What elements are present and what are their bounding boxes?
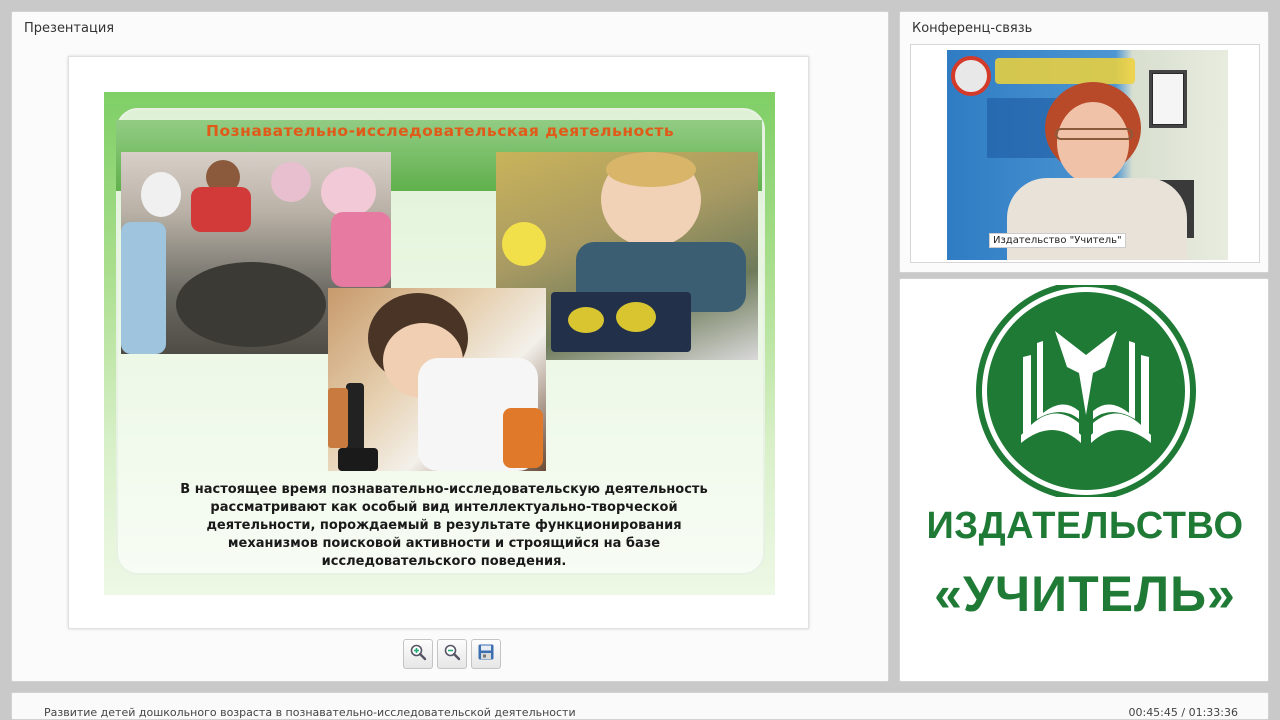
bottom-status-bar: Развитие детей дошкольного возраста в по… <box>11 692 1269 720</box>
presentation-panel-title: Презентация <box>24 21 115 36</box>
webinar-title: Развитие детей дошкольного возраста в по… <box>44 706 576 719</box>
zoom-out-icon <box>443 643 461 665</box>
slide-frame: Познавательно-исследовательская деятельн… <box>68 56 809 629</box>
zoom-in-button[interactable] <box>403 639 433 669</box>
floppy-disk-icon <box>477 643 495 665</box>
participant-label: Издательство "Учитель" <box>989 233 1126 248</box>
zoom-out-button[interactable] <box>437 639 467 669</box>
publisher-name-line2: «УЧИТЕЛЬ» <box>934 566 1236 622</box>
video-image <box>947 50 1228 260</box>
presentation-toolbar <box>403 639 501 669</box>
conference-panel-title: Конференц-связь <box>912 21 1033 36</box>
video-feed[interactable]: Издательство "Учитель" <box>910 44 1260 263</box>
slide: Познавательно-исследовательская деятельн… <box>104 92 775 595</box>
slide-heading: Познавательно-исследовательская деятельн… <box>206 122 675 140</box>
conference-panel: Конференц-связь Издательство "Учитель" <box>899 11 1269 273</box>
publisher-name-line1: ИЗДАТЕЛЬСТВО <box>926 505 1244 547</box>
photo-boy-microscope <box>328 288 546 471</box>
save-button[interactable] <box>471 639 501 669</box>
presentation-panel: Презентация Познавательно-исследовательс… <box>11 11 889 682</box>
slide-body-text: В настоящее время познавательно-исследов… <box>180 482 708 569</box>
publisher-logo-icon <box>976 285 1196 497</box>
zoom-in-icon <box>409 643 427 665</box>
publisher-logo-panel: ИЗДАТЕЛЬСТВО «УЧИТЕЛЬ» <box>899 278 1269 682</box>
playback-time: 00:45:45 / 01:33:36 <box>1128 706 1238 719</box>
